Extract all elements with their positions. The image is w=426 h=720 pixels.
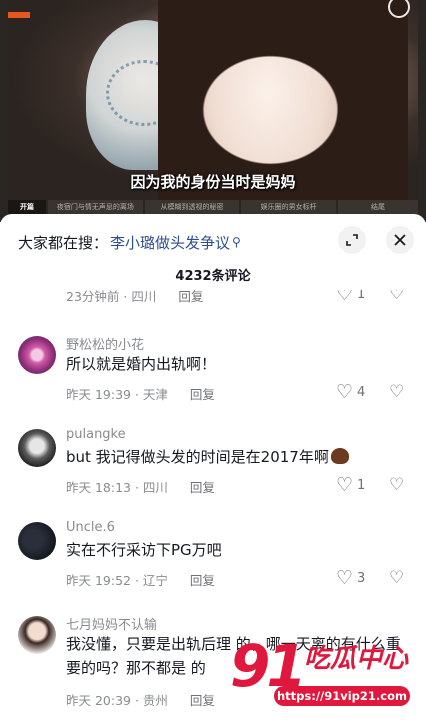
avatar[interactable]	[18, 616, 56, 654]
dislike-icon[interactable]: ♡	[389, 475, 404, 495]
comment-username[interactable]: 野松松的小花	[66, 334, 144, 353]
comment-meta: 昨天 19:39 · 天津 回复	[66, 384, 215, 403]
chapter-item[interactable]: 开篇	[8, 200, 46, 214]
dislike-icon[interactable]: ♡	[389, 382, 404, 402]
chapter-bar[interactable]: 开篇 夜宿门与情无声息的离场 从模糊到透视的秘密 娱乐圈的男女标杆 结尾	[8, 200, 419, 214]
reply-button[interactable]: 回复	[190, 387, 215, 402]
like-count: 1	[357, 477, 366, 493]
comment-count: 4232条评论	[175, 269, 251, 284]
like-button[interactable]: ♡ 3	[336, 567, 366, 589]
video-subtitle: 因为我的身份当时是妈妈	[130, 173, 296, 191]
comment-meta: 昨天 20:39 · 贵州 回复	[66, 690, 215, 709]
reply-button[interactable]: 回复	[190, 693, 215, 708]
trending-search-label: 大家都在搜：	[18, 233, 109, 252]
comment-username[interactable]: 七月妈妈不认输	[66, 614, 157, 633]
heart-icon: ♡	[336, 567, 354, 589]
trending-search-term[interactable]: 李小璐做头发争议	[110, 232, 230, 253]
watermark-url: https://91vip21.com	[274, 686, 410, 706]
video-player[interactable]: 因为我的身份当时是妈妈 开篇 夜宿门与情无声息的离场 从模糊到透视的秘密 娱乐圈…	[0, 0, 426, 222]
expand-icon	[346, 234, 358, 246]
site-watermark-logo: 91 吃瓜中心 https://91vip21.com	[230, 632, 420, 712]
close-button[interactable]	[386, 226, 414, 254]
avatar[interactable]	[18, 429, 56, 467]
chapter-item[interactable]: 夜宿门与情无声息的离场	[48, 200, 143, 214]
heart-icon: ♡	[336, 474, 354, 496]
reply-button[interactable]: 回复	[178, 290, 203, 304]
comment-text: 所以就是婚内出轨啊！	[66, 355, 217, 373]
like-count: 4	[357, 384, 366, 400]
heart-icon: ♡	[336, 290, 354, 305]
reply-button[interactable]: 回复	[190, 573, 215, 588]
comment-text: but 我记得做头发的时间是在2017年啊	[66, 445, 401, 469]
like-button[interactable]: ♡ 1	[336, 474, 366, 496]
comment-time: 昨天 19:52 · 辽宁	[66, 573, 168, 588]
avatar[interactable]	[18, 336, 56, 374]
like-count: 3	[357, 570, 366, 586]
trending-search[interactable]: 大家都在搜： 李小璐做头发争议 ⚲	[18, 230, 241, 254]
video-frame	[8, 0, 418, 200]
comment-time: 23分钟前 · 四川	[66, 290, 157, 304]
video-tag	[8, 12, 30, 18]
chapter-item[interactable]: 结尾	[338, 200, 419, 214]
like-count: 1	[357, 290, 366, 302]
like-button[interactable]: ♡ 1	[336, 290, 366, 305]
poop-emoji-icon	[330, 448, 349, 464]
chapter-item[interactable]: 从模糊到透视的秘密	[144, 200, 240, 214]
comment-time: 昨天 18:13 · 四川	[66, 480, 168, 495]
comment-meta: 昨天 19:52 · 辽宁 回复	[66, 570, 215, 589]
comment-username[interactable]: pulangke	[66, 427, 126, 442]
comment-username[interactable]: Uncle.6	[66, 520, 115, 535]
close-icon	[394, 234, 406, 246]
comment-meta: 23分钟前 · 四川 回复	[66, 290, 203, 305]
heart-icon: ♡	[336, 381, 354, 403]
dislike-icon[interactable]: ♡	[389, 290, 404, 304]
watermark-name: 吃瓜中心	[304, 644, 409, 674]
like-button[interactable]: ♡ 4	[336, 381, 366, 403]
person-hair-image	[158, 0, 408, 200]
reply-button[interactable]: 回复	[190, 480, 215, 495]
expand-button[interactable]	[338, 226, 366, 254]
comment-text-content: but 我记得做头发的时间是在2017年啊	[66, 448, 329, 466]
comment-meta: 昨天 18:13 · 四川 回复	[66, 477, 215, 496]
avatar[interactable]	[18, 522, 56, 560]
dislike-icon[interactable]: ♡	[389, 568, 404, 588]
chapter-item[interactable]: 娱乐圈的男女标杆	[241, 200, 337, 214]
search-icon: ⚲	[232, 235, 241, 249]
comment-time: 昨天 19:39 · 天津	[66, 387, 168, 402]
comment-text: 实在不行采访下PG万吧	[66, 541, 222, 559]
comment-time: 昨天 20:39 · 贵州	[66, 693, 168, 708]
